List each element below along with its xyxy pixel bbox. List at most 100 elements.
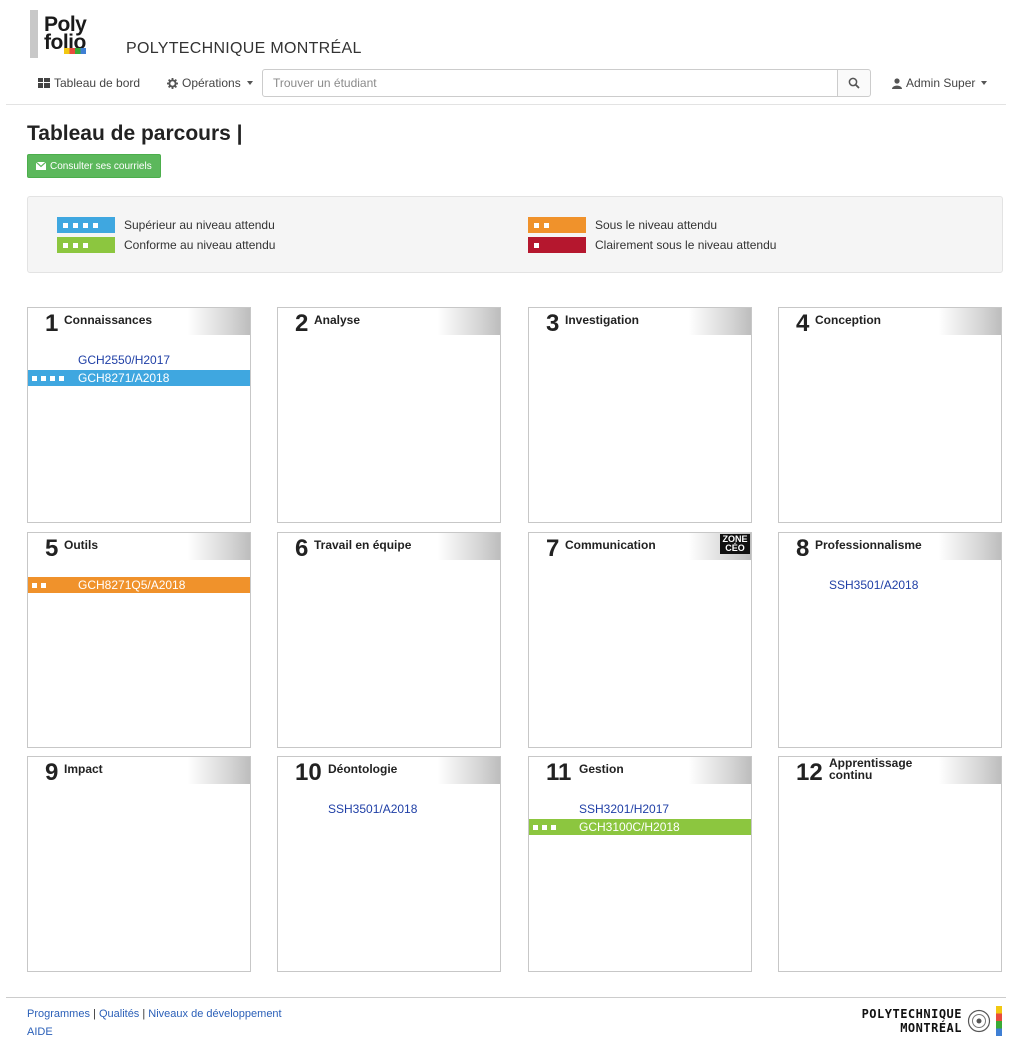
- footer-logo-text: POLYTECHNIQUE MONTRÉAL: [862, 1007, 962, 1035]
- user-icon: [892, 77, 902, 89]
- chevron-down-icon: [246, 81, 253, 85]
- student-search-input[interactable]: [262, 69, 838, 97]
- course-item[interactable]: SSH3201/H2017: [529, 801, 751, 817]
- level-legend: Supérieur au niveau attendu Conforme au …: [27, 196, 1003, 273]
- view-emails-button[interactable]: Consulter ses courriels: [27, 154, 161, 178]
- course-code: SSH3201/H2017: [579, 802, 670, 816]
- level-square: [63, 242, 68, 248]
- level-indicator: [529, 824, 579, 830]
- footer-link-qualites[interactable]: Qualités: [99, 1008, 139, 1020]
- search-icon: [848, 77, 860, 89]
- level-square: [32, 582, 37, 588]
- course-item[interactable]: GCH3100C/H2018: [529, 819, 751, 835]
- nav-dashboard[interactable]: Tableau de bord: [38, 76, 140, 90]
- level-square: [542, 824, 547, 830]
- level-square: [73, 222, 78, 228]
- course-code: SSH3501/A2018: [829, 578, 919, 592]
- view-emails-label: Consulter ses courriels: [50, 160, 152, 172]
- quality-card: 9 Impact: [27, 756, 251, 972]
- course-list: GCH8271Q5/A2018: [28, 577, 250, 593]
- quality-card: 4 Conception: [778, 307, 1002, 523]
- footer-link-niveaux[interactable]: Niveaux de développement: [148, 1008, 281, 1020]
- level-square: [551, 824, 556, 830]
- nav-operations-dropdown[interactable]: Opérations: [167, 76, 253, 90]
- institution-name: POLYTECHNIQUE MONTRÉAL: [126, 40, 362, 57]
- course-item[interactable]: GCH8271/A2018: [28, 370, 250, 386]
- course-code: GCH8271/A2018: [78, 371, 170, 385]
- quality-card-header: 11 Gestion: [529, 757, 751, 786]
- course-code: SSH3501/A2018: [328, 802, 418, 816]
- level-square: [41, 582, 46, 588]
- footer-logo-line1: POLYTECHNIQUE: [861, 1007, 962, 1021]
- legend-swatch: [528, 237, 586, 253]
- quality-number: 3: [546, 310, 560, 337]
- quality-card-header: 12 Apprentissage continu: [779, 756, 1001, 786]
- quality-title: Professionnalisme: [815, 538, 922, 552]
- legend-item: Supérieur au niveau attendu: [57, 217, 275, 233]
- quality-title: Connaissances: [64, 313, 153, 327]
- quality-card-header: 3 Investigation: [529, 308, 751, 337]
- quality-card: 1 Connaissances GCH2550/H2017 GCH8271/A2018: [27, 307, 251, 523]
- course-code: GCH3100C/H2018: [579, 820, 680, 834]
- quality-card: 12 Apprentissage continu: [778, 756, 1002, 972]
- search-button[interactable]: [837, 69, 871, 97]
- level-indicator: [28, 375, 78, 381]
- footer-divider: [6, 997, 1006, 998]
- quality-card-header: 7 Communication ZONE CÉO: [529, 533, 751, 562]
- quality-number: 2: [295, 310, 309, 337]
- footer-links: Programmes | Qualités | Niveaux de dével…: [27, 1008, 282, 1020]
- footer-help-link[interactable]: AIDE: [27, 1026, 53, 1038]
- level-square: [59, 375, 64, 381]
- quality-card: 8 Professionnalisme SSH3501/A2018: [778, 532, 1002, 748]
- quality-number: 11: [546, 759, 572, 786]
- quality-card: 3 Investigation: [528, 307, 752, 523]
- quality-title: Conception: [815, 313, 881, 327]
- level-square: [63, 222, 68, 228]
- quality-title: Gestion: [579, 762, 624, 776]
- quality-number: 1: [45, 310, 59, 337]
- level-square: [41, 375, 46, 381]
- quality-title: Communication: [565, 538, 656, 552]
- level-square: [534, 222, 539, 228]
- quality-number: 4: [796, 310, 810, 337]
- seal-icon: [967, 1009, 991, 1033]
- quality-card: 6 Travail en équipe: [277, 532, 501, 748]
- quality-title: Impact: [64, 762, 103, 776]
- legend-label: Sous le niveau attendu: [595, 218, 718, 232]
- course-item[interactable]: GCH8271Q5/A2018: [28, 577, 250, 593]
- level-square: [73, 242, 78, 248]
- page-title: Tableau de parcours |: [27, 122, 243, 145]
- dashboard-icon: [38, 78, 50, 88]
- quality-card-header: 9 Impact: [28, 757, 250, 786]
- legend-item: Clairement sous le niveau attendu: [528, 237, 776, 253]
- quality-title: Apprentissage continu: [829, 756, 913, 782]
- course-item[interactable]: SSH3501/A2018: [278, 801, 500, 817]
- user-menu-dropdown[interactable]: Admin Super: [892, 76, 988, 90]
- level-square: [533, 824, 538, 830]
- quality-number: 12: [796, 759, 823, 786]
- quality-title: Travail en équipe: [314, 538, 412, 552]
- course-item[interactable]: GCH2550/H2017: [28, 352, 250, 368]
- user-name: Admin Super: [906, 76, 976, 90]
- footer-link-programmes[interactable]: Programmes: [27, 1008, 90, 1020]
- level-square: [534, 242, 539, 248]
- quality-card-header: 8 Professionnalisme: [779, 533, 1001, 561]
- quality-number: 10: [295, 759, 322, 786]
- zone-ceo-badge: ZONE CÉO: [720, 534, 750, 554]
- legend-swatch: [57, 237, 115, 253]
- quality-number: 9: [45, 759, 59, 786]
- course-item[interactable]: SSH3501/A2018: [779, 577, 1001, 593]
- nav-dashboard-label: Tableau de bord: [54, 76, 141, 90]
- chevron-down-icon: [981, 81, 988, 85]
- logo-stripes: [64, 48, 86, 54]
- quality-card: 2 Analyse: [277, 307, 501, 523]
- quality-card-header: 1 Connaissances: [28, 308, 250, 337]
- course-list: SSH3201/H2017 GCH3100C/H2018: [529, 801, 751, 835]
- legend-label: Conforme au niveau attendu: [124, 238, 276, 252]
- quality-number: 5: [45, 535, 59, 562]
- level-square: [83, 222, 88, 228]
- quality-number: 7: [546, 535, 560, 562]
- quality-title: Analyse: [314, 313, 361, 327]
- quality-card-header: 4 Conception: [779, 308, 1001, 337]
- footer-separator: |: [142, 1008, 146, 1020]
